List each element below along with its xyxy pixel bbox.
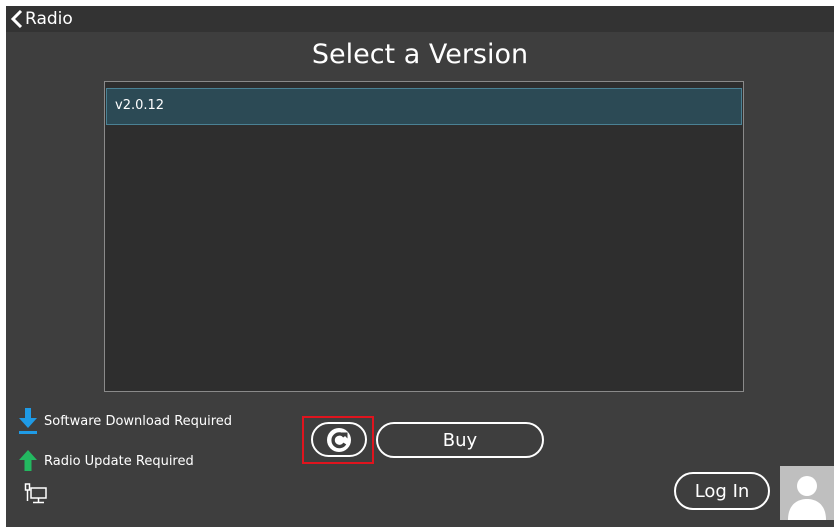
back-button[interactable]: Radio [10,6,73,32]
buy-button[interactable]: Buy [376,422,544,458]
legend-radio-update: Radio Update Required [18,447,194,475]
login-button[interactable]: Log In [674,472,770,510]
app-window: Radio Select a Version v2.0.12 Software … [6,6,834,527]
refresh-icon [327,427,351,452]
avatar[interactable] [780,466,834,520]
download-arrow-icon [19,408,37,434]
page-title: Select a Version [311,39,529,70]
up-arrow-icon [19,450,37,471]
back-label: Radio [25,9,73,29]
version-item[interactable]: v2.0.12 [106,88,742,125]
user-icon [788,476,826,520]
title-bar: Radio [6,6,834,32]
legend-label: Radio Update Required [44,453,194,469]
legend-label: Software Download Required [44,413,233,429]
legend-software-download: Software Download Required [18,407,232,435]
version-list[interactable]: v2.0.12 [104,81,744,392]
network-status-icon [24,483,47,504]
back-chevron-icon [10,10,23,28]
refresh-button[interactable] [311,422,367,457]
